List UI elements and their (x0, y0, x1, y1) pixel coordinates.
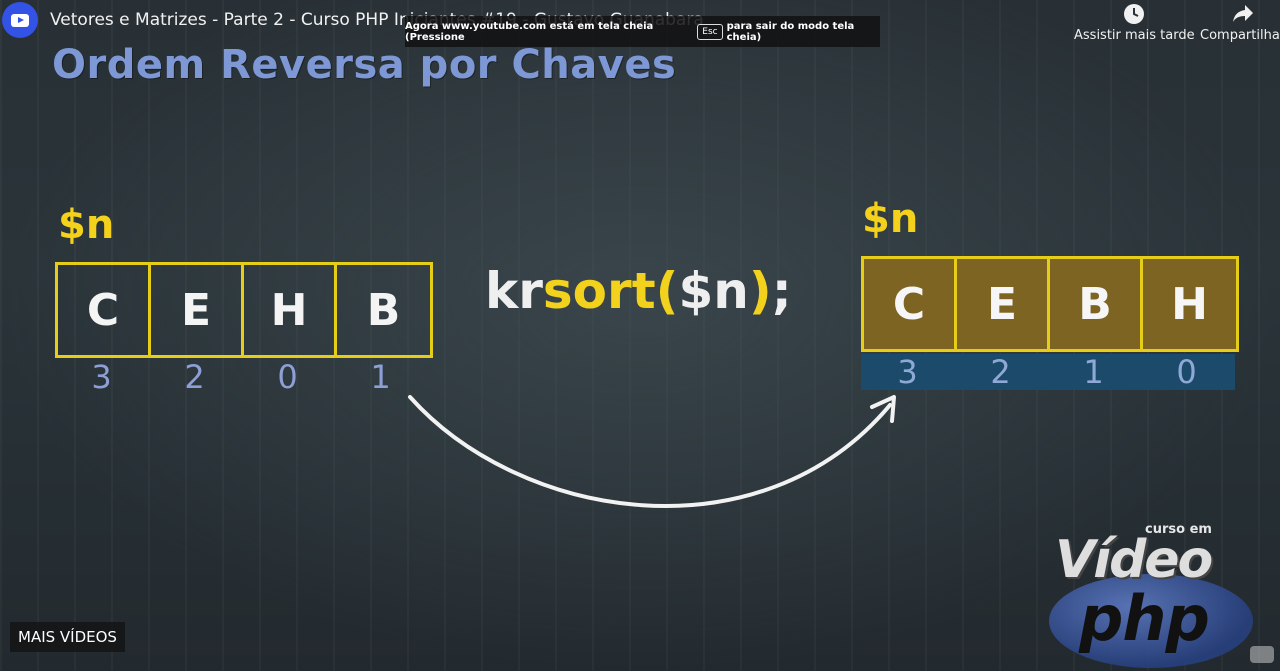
youtube-watermark-icon[interactable] (1250, 646, 1274, 663)
logo-php-text: php (1079, 582, 1210, 655)
curso-em-video-php-logo: curso em Vídeo php (1045, 520, 1255, 668)
more-videos-button[interactable]: MAIS VÍDEOS (10, 622, 125, 652)
logo-video-text: Vídeo (1055, 530, 1213, 590)
